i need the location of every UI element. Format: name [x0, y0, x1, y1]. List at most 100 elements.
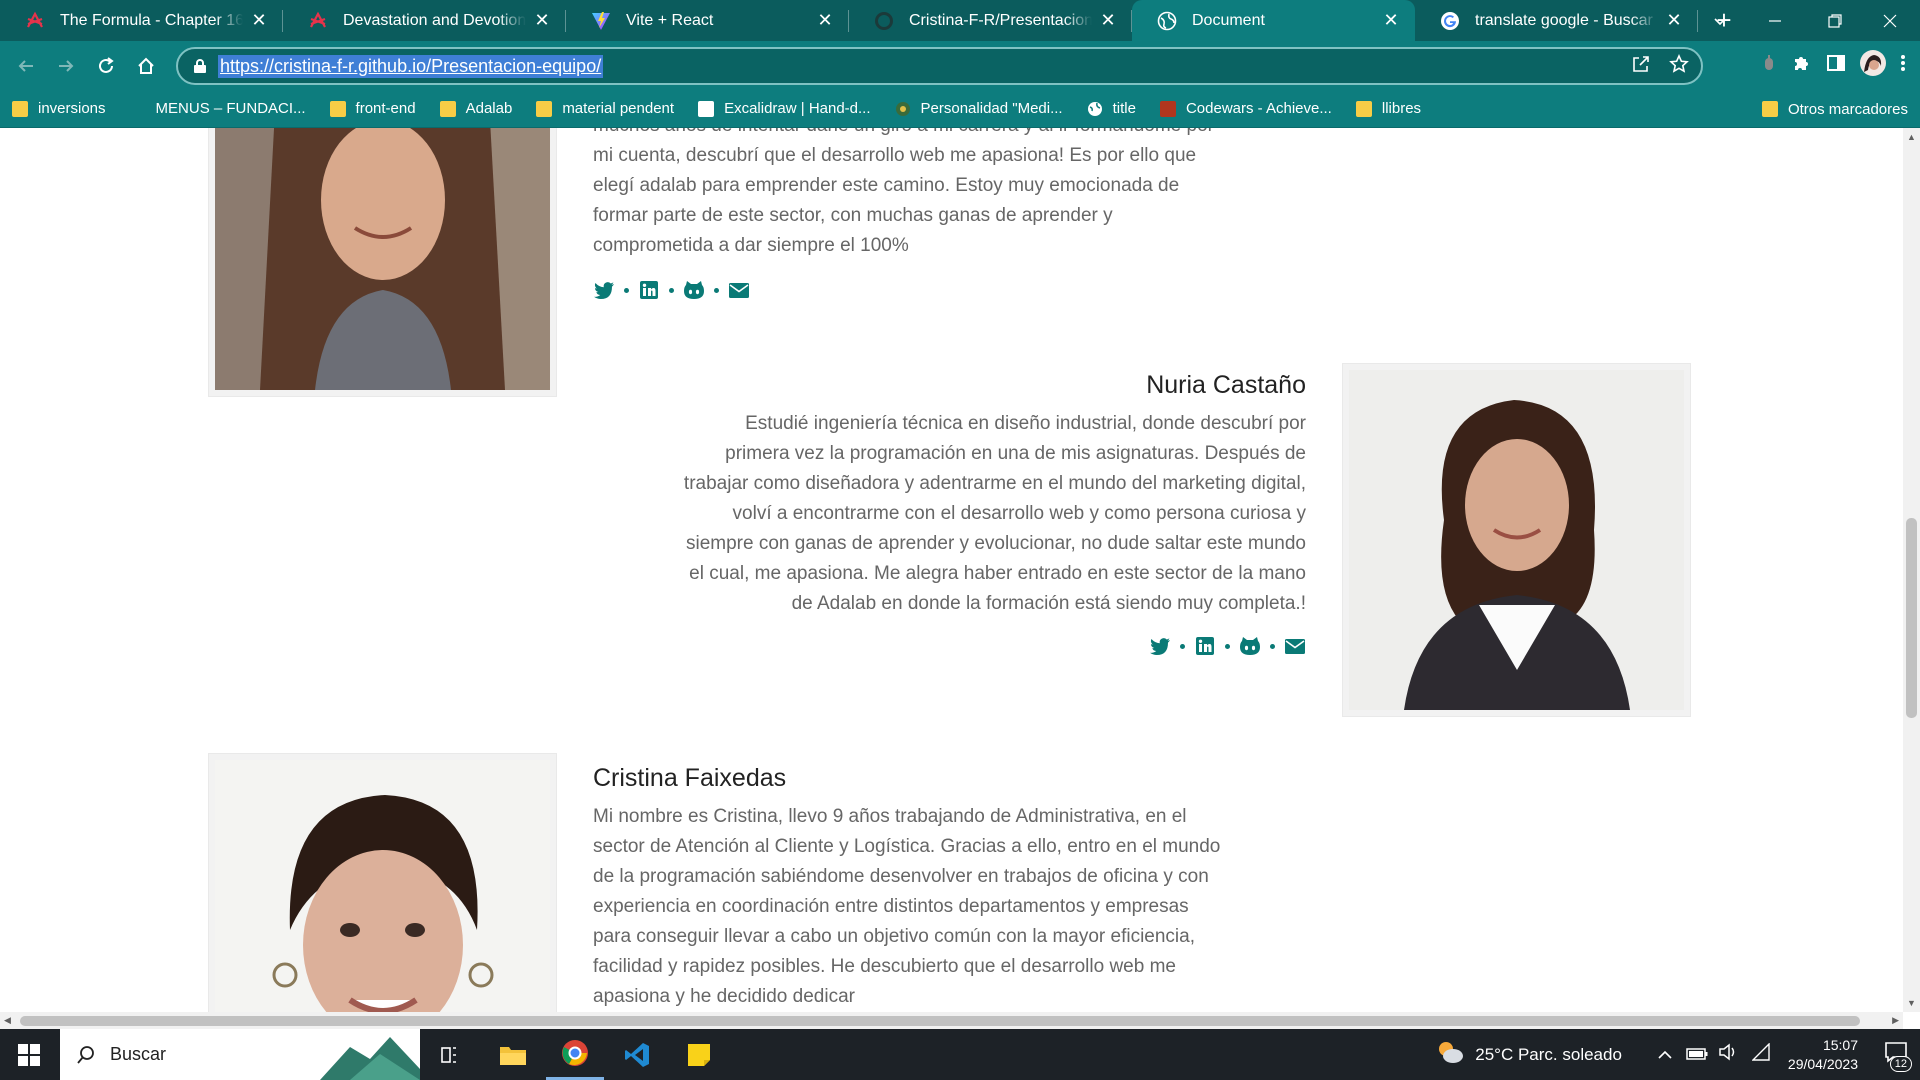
- bookmark-codewars[interactable]: Codewars - Achieve...: [1159, 100, 1332, 117]
- tab-google-translate[interactable]: translate google - Buscar co ✕: [1415, 0, 1698, 41]
- bookmark-excalidraw[interactable]: Excalidraw | Hand-d...: [698, 100, 871, 117]
- folder-icon: [536, 100, 553, 117]
- puzzle-icon[interactable]: [1792, 53, 1812, 78]
- excalidraw-icon: [698, 100, 715, 117]
- notifications-button[interactable]: 12: [1884, 1041, 1912, 1072]
- member-name: Cristina Faixedas: [593, 764, 787, 792]
- scroll-right-arrow-icon[interactable]: ▶: [1892, 1015, 1899, 1026]
- close-icon[interactable]: ✕: [815, 10, 835, 31]
- home-button[interactable]: [126, 46, 166, 86]
- bookmark-label: Personalidad "Medi...: [920, 100, 1063, 117]
- bookmark-folder-inversions[interactable]: inversions: [12, 100, 106, 117]
- member-bio: Mi nombre es Cristina, llevo 9 años trab…: [593, 806, 1221, 1007]
- github-link[interactable]: [1239, 635, 1284, 657]
- close-icon[interactable]: ✕: [249, 10, 269, 31]
- scroll-left-arrow-icon[interactable]: ◀: [4, 1015, 11, 1026]
- vscode-taskbar-button[interactable]: [608, 1029, 666, 1080]
- tab-vite[interactable]: Vite + React ✕: [566, 0, 849, 41]
- lock-icon[interactable]: [190, 58, 210, 74]
- more-menu-icon[interactable]: [1900, 53, 1906, 78]
- member-photo: [209, 128, 556, 396]
- side-panel-icon[interactable]: [1826, 53, 1846, 78]
- network-icon[interactable]: [1751, 1042, 1770, 1066]
- tab-formula[interactable]: The Formula - Chapter 16 - ✕: [0, 0, 283, 41]
- volume-icon[interactable]: [1718, 1043, 1738, 1066]
- twitter-link[interactable]: [1149, 635, 1194, 657]
- vertical-scroll-thumb[interactable]: [1906, 518, 1917, 718]
- bookmark-personalidad[interactable]: Personalidad "Medi...: [895, 100, 1063, 117]
- chevron-up-icon[interactable]: [1658, 1045, 1672, 1065]
- email-link[interactable]: [728, 279, 750, 301]
- linkedin-link[interactable]: [1194, 635, 1239, 657]
- scroll-down-arrow-icon[interactable]: ▼: [1907, 998, 1916, 1008]
- email-link[interactable]: [1284, 635, 1306, 657]
- twitter-link[interactable]: [593, 279, 638, 301]
- minimize-button[interactable]: [1745, 0, 1805, 41]
- sticky-notes-button[interactable]: [670, 1029, 728, 1080]
- restore-button[interactable]: [1805, 0, 1865, 41]
- file-explorer-button[interactable]: [484, 1029, 542, 1080]
- linkedin-icon: [1194, 635, 1216, 657]
- tab-document[interactable]: Document ✕: [1132, 0, 1415, 41]
- weather-text[interactable]: 25°C Parc. soleado: [1475, 1045, 1622, 1065]
- forward-button[interactable]: [46, 46, 86, 86]
- email-icon: [728, 279, 750, 301]
- bookmark-folder-front-end[interactable]: front-end: [329, 100, 416, 117]
- bookmark-title[interactable]: title: [1087, 100, 1136, 117]
- close-icon[interactable]: ✕: [1381, 10, 1401, 31]
- vite-icon: [590, 10, 612, 32]
- member-card: muchos años de intentar darle un giro a …: [593, 128, 1223, 301]
- close-icon[interactable]: ✕: [532, 10, 552, 31]
- tab-devastation[interactable]: Devastation and Devotion - ✕: [283, 0, 566, 41]
- scroll-up-arrow-icon[interactable]: ▲: [1907, 132, 1916, 142]
- share-icon[interactable]: [1631, 54, 1651, 79]
- social-links: [680, 635, 1306, 657]
- member-card: Cristina Faixedas Mi nombre es Cristina,…: [593, 764, 1223, 1012]
- close-window-button[interactable]: [1860, 0, 1920, 41]
- battery-icon[interactable]: [1686, 1045, 1708, 1065]
- address-bar[interactable]: https://cristina-f-r.github.io/Presentac…: [176, 47, 1703, 85]
- clock[interactable]: 15:07 29/04/2023: [1788, 1036, 1858, 1074]
- search-placeholder: Buscar: [110, 1044, 167, 1064]
- taskbar-search[interactable]: Buscar: [60, 1029, 420, 1080]
- blank-page-icon: [130, 101, 146, 117]
- member-photo: [1343, 364, 1690, 716]
- close-icon[interactable]: ✕: [1664, 10, 1684, 31]
- task-view-button[interactable]: [420, 1029, 478, 1080]
- twitter-icon: [593, 279, 615, 301]
- system-tray: 25°C Parc. soleado 15:07 29/04/2023 12: [1435, 1029, 1920, 1080]
- vertical-scrollbar[interactable]: ▲ ▼: [1903, 128, 1920, 1012]
- bookmark-star-icon[interactable]: [1669, 53, 1689, 79]
- tab-title: The Formula - Chapter 16 -: [60, 11, 243, 29]
- horizontal-scrollbar[interactable]: ◀ ▶: [0, 1012, 1903, 1029]
- bookmark-folder-adalab[interactable]: Adalab: [439, 100, 512, 117]
- vscode-icon: [625, 1042, 649, 1067]
- tab-title: Cristina-F-R/Presentacion-e: [909, 11, 1092, 29]
- social-links: [593, 279, 1223, 301]
- linkedin-link[interactable]: [638, 279, 683, 301]
- weather-icon[interactable]: [1435, 1039, 1465, 1070]
- extension-icon[interactable]: [1760, 53, 1778, 78]
- tab-github-repo[interactable]: Cristina-F-R/Presentacion-e ✕: [849, 0, 1132, 41]
- tab-search-button[interactable]: [1690, 0, 1750, 41]
- sticky-notes-icon: [688, 1043, 710, 1066]
- bookmark-folder-material-pendent[interactable]: material pendent: [536, 100, 674, 117]
- other-bookmarks[interactable]: Otros marcadores: [1761, 90, 1908, 128]
- chrome-icon: [562, 1040, 588, 1066]
- tab-title: translate google - Buscar co: [1475, 11, 1658, 29]
- bookmark-label: front-end: [355, 100, 416, 117]
- back-button[interactable]: [6, 46, 46, 86]
- chrome-taskbar-button[interactable]: [546, 1029, 604, 1080]
- clock-time: 15:07: [1822, 1036, 1858, 1053]
- horizontal-scroll-thumb[interactable]: [20, 1016, 1860, 1026]
- start-button[interactable]: [0, 1029, 58, 1080]
- reload-button[interactable]: [86, 46, 126, 86]
- close-icon[interactable]: ✕: [1098, 10, 1118, 31]
- avatar[interactable]: [1860, 50, 1886, 81]
- bookmark-label: Codewars - Achieve...: [1185, 100, 1332, 117]
- github-link[interactable]: [683, 279, 728, 301]
- github-icon: [1239, 635, 1261, 657]
- bookmark-menus-fundacio[interactable]: MENUS – FUNDACI...: [130, 100, 306, 117]
- url-text[interactable]: https://cristina-f-r.github.io/Presentac…: [218, 54, 604, 78]
- bookmark-folder-llibres[interactable]: llibres: [1355, 100, 1421, 117]
